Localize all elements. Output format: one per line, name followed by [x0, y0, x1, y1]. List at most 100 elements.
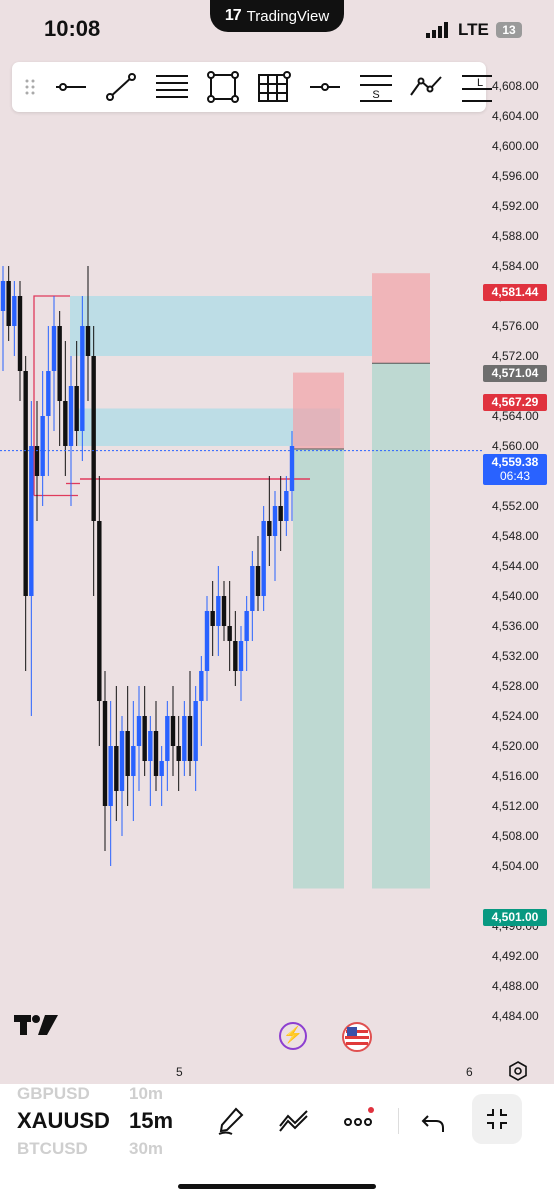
- position-target-zone: [293, 449, 344, 889]
- tradingview-logo-icon: 17: [224, 7, 242, 24]
- rectangle-icon[interactable]: [206, 71, 240, 103]
- candle-body: [17, 296, 23, 371]
- stop-low-price-badge: 4,567.29: [483, 394, 547, 411]
- candle-body: [85, 326, 91, 356]
- home-indicator: [178, 1184, 376, 1189]
- price-axis-label: 4,532.00: [492, 649, 539, 663]
- candle-body: [142, 716, 147, 761]
- toolbar-divider: [398, 1108, 399, 1134]
- candle-body: [131, 746, 136, 776]
- price-axis-label: 4,508.00: [492, 829, 539, 843]
- time-axis-label: 5: [176, 1065, 183, 1079]
- timeframe-prev[interactable]: 10m: [129, 1084, 163, 1104]
- current-price-badge: 4,559.38 06:43: [483, 454, 547, 485]
- ls-letter: L: [477, 77, 483, 89]
- candle-body: [187, 716, 193, 761]
- candle-body: [159, 761, 164, 776]
- tradingview-watermark-icon: [14, 1015, 58, 1035]
- position-target-zone: [372, 363, 430, 889]
- candle-body: [289, 446, 295, 491]
- candle-body: [204, 611, 210, 671]
- price-axis-label: 4,528.00: [492, 679, 539, 693]
- sr-letter: S: [372, 89, 379, 101]
- candle-body: [57, 326, 62, 401]
- current-price-value: 4,559.38: [491, 455, 539, 469]
- candle-body: [125, 731, 130, 776]
- long-short-icon[interactable]: L: [460, 71, 494, 103]
- candle-body: [91, 356, 96, 521]
- candle-body: [80, 326, 85, 431]
- price-axis-label: 4,488.00: [492, 979, 539, 993]
- path-icon[interactable]: [408, 71, 444, 103]
- bracket-line: [33, 295, 70, 496]
- chart-settings-icon[interactable]: [507, 1060, 529, 1082]
- candle-body: [0, 281, 6, 311]
- candle-body: [23, 371, 28, 596]
- symbol-next[interactable]: BTCUSD: [17, 1139, 88, 1159]
- candle-body: [199, 671, 204, 701]
- price-axis-label: 4,484.00: [492, 1009, 539, 1023]
- time-axis-label: 6: [466, 1065, 473, 1079]
- trend-line-icon[interactable]: [104, 71, 138, 103]
- position-stop-zone: [372, 273, 430, 364]
- candle-body: [244, 611, 249, 641]
- price-axis-label: 4,492.00: [492, 949, 539, 963]
- price-axis-label: 4,604.00: [492, 109, 539, 123]
- candle-body: [233, 641, 238, 671]
- more-icon[interactable]: [342, 1106, 376, 1136]
- horizontal-ray-icon[interactable]: [308, 71, 342, 103]
- candle-body: [51, 326, 57, 371]
- candle-body: [148, 731, 153, 761]
- candle-body: [216, 596, 221, 626]
- candle-body: [46, 371, 51, 416]
- status-bar: 10:08 17 TradingView LTE 13: [0, 0, 554, 62]
- chart-canvas[interactable]: 4,608.00 4,604.00 4,600.00 4,596.00 4,592.00…: [0, 62, 554, 1084]
- candle-body: [267, 521, 272, 536]
- timeframe-current[interactable]: 15m: [129, 1108, 173, 1134]
- candle-body: [193, 701, 198, 761]
- candle-body: [136, 716, 142, 746]
- grid-icon[interactable]: [256, 71, 292, 103]
- candle-body: [176, 746, 181, 761]
- price-axis-label: 4,540.00: [492, 589, 539, 603]
- candle-body: [227, 626, 232, 641]
- candle-body: [68, 386, 74, 446]
- timeframe-next[interactable]: 30m: [129, 1139, 163, 1159]
- price-axis-label: 4,584.00: [492, 259, 539, 273]
- candle-body: [250, 566, 255, 611]
- dynamic-island: 17 TradingView: [210, 0, 344, 32]
- candle-body: [278, 506, 283, 521]
- horizontal-line-icon[interactable]: [54, 71, 88, 103]
- network-type: LTE: [458, 20, 489, 39]
- stop-high-price-badge: 4,581.44: [483, 284, 547, 301]
- price-axis-label: 4,600.00: [492, 139, 539, 153]
- flash-icon[interactable]: ⚡: [279, 1022, 307, 1050]
- candle-body: [119, 731, 125, 791]
- candle-body: [102, 701, 108, 806]
- candle-body: [74, 386, 79, 431]
- price-axis-label: 4,512.00: [492, 799, 539, 813]
- entry-price-badge: 4,571.04: [483, 365, 547, 382]
- candle-body: [6, 281, 11, 326]
- symbol-prev[interactable]: GBPUSD: [17, 1084, 90, 1104]
- price-axis-label: 4,504.00: [492, 859, 539, 873]
- indicators-icon[interactable]: [278, 1106, 310, 1136]
- fullscreen-exit-button[interactable]: [472, 1094, 522, 1144]
- upper-zone: [70, 296, 372, 356]
- price-axis-label: 4,520.00: [492, 739, 539, 753]
- drag-handle-icon[interactable]: [22, 71, 38, 103]
- app-name: TradingView: [246, 7, 330, 25]
- candle-body: [29, 446, 34, 596]
- bar-countdown: 06:43: [499, 469, 531, 483]
- symbol-current[interactable]: XAUUSD: [17, 1108, 110, 1134]
- candle-body: [165, 716, 170, 761]
- parallel-lines-icon[interactable]: [154, 71, 190, 103]
- undo-icon[interactable]: [420, 1106, 448, 1136]
- support-resistance-icon[interactable]: S: [358, 71, 394, 103]
- candle-body: [108, 746, 113, 806]
- price-axis-label: 4,564.00: [492, 409, 539, 423]
- candle-body: [63, 401, 68, 446]
- price-axis: 4,608.00 4,604.00 4,600.00 4,596.00 4,592.00…: [492, 79, 539, 1023]
- pen-icon[interactable]: [216, 1106, 246, 1136]
- us-flag-icon[interactable]: [342, 1022, 372, 1052]
